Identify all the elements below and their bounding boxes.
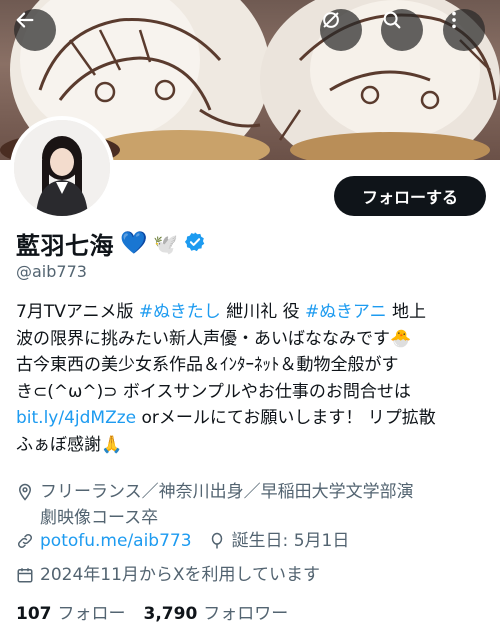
bio-line-3: 古今東西の美少女系作品＆ｲﾝﾀｰﾈｯﾄ＆動物全般がす	[16, 355, 399, 375]
following-link[interactable]: 107 フォロー	[16, 599, 126, 624]
avatar[interactable]	[10, 116, 114, 220]
bio-line-1: 7月TVアニメ版 #ぬきたし 紲川礼 役 #ぬきアニ 地上	[16, 299, 488, 326]
profile-bio: 7月TVアニメ版 #ぬきたし 紲川礼 役 #ぬきアニ 地上 波の限界に挑みたい新…	[16, 299, 488, 458]
followers-label: フォロワー	[203, 604, 289, 624]
hashtag-link-nukitashi[interactable]: #ぬきたし	[139, 302, 221, 322]
location-row: フリーランス／神奈川出身／早稲田大学文学部演 劇映像コース卒	[16, 479, 414, 531]
website-link[interactable]: potofu.me/aib773	[40, 528, 192, 554]
follow-button[interactable]: フォローする	[334, 176, 486, 216]
link-icon	[16, 532, 34, 550]
location-line: フリーランス／神奈川出身／早稲田大学文学部演	[40, 482, 414, 502]
blue-heart-icon: 💙	[120, 231, 148, 256]
following-count: 107	[16, 604, 52, 624]
bio-text: orメールにてお願いします！ リプ拡散	[136, 408, 436, 428]
search-button[interactable]	[381, 9, 423, 51]
location-text: フリーランス／神奈川出身／早稲田大学文学部演 劇映像コース卒	[40, 479, 414, 531]
more-button[interactable]	[443, 9, 485, 51]
hashtag-link-nukiani[interactable]: #ぬきアニ	[305, 302, 387, 322]
display-name-row: 藍羽七海 💙 🕊️	[16, 226, 206, 261]
bio-line-2: 波の限界に挑みたい新人声優・あいばななみです🐣	[16, 328, 412, 349]
website-birthday-row: potofu.me/aib773 誕生日: 5月1日	[16, 528, 349, 554]
joined-row: 2024年11月からXを利用しています	[16, 562, 320, 588]
verified-badge-icon[interactable]	[184, 231, 206, 257]
bio-line-4: き⊂(^ω^)⊃ ボイスサンプルやお仕事のお問合せは	[16, 381, 411, 402]
dove-icon: 🕊️	[153, 231, 179, 256]
back-button[interactable]	[14, 9, 56, 51]
balloon-icon	[208, 532, 226, 550]
display-name: 藍羽七海	[16, 232, 114, 260]
following-label: フォロー	[57, 604, 126, 624]
joined-date: 2024年11月からXを利用しています	[40, 565, 321, 585]
location-pin-icon	[16, 483, 34, 501]
bio-url-link[interactable]: bit.ly/4jdMZze	[16, 408, 136, 428]
followers-link[interactable]: 3,790 フォロワー	[144, 599, 289, 624]
bio-text: 紲川礼 役	[220, 302, 306, 322]
follow-stats: 107 フォロー 3,790 フォロワー	[16, 599, 288, 624]
hide-button[interactable]	[320, 9, 362, 51]
bio-text: 7月TVアニメ版	[16, 302, 139, 322]
avatar-photo	[14, 120, 110, 216]
followers-count: 3,790	[143, 604, 198, 624]
birthday-text: 誕生日: 5月1日	[231, 531, 350, 551]
bio-line-6: ふぁぼ感謝🙏	[16, 434, 123, 455]
calendar-icon	[16, 566, 34, 584]
bio-text: 地上	[386, 302, 427, 322]
bio-line-5: bit.ly/4jdMZze orメールにてお願いします！ リプ拡散	[16, 405, 488, 432]
username-handle: @aib773	[16, 262, 87, 281]
